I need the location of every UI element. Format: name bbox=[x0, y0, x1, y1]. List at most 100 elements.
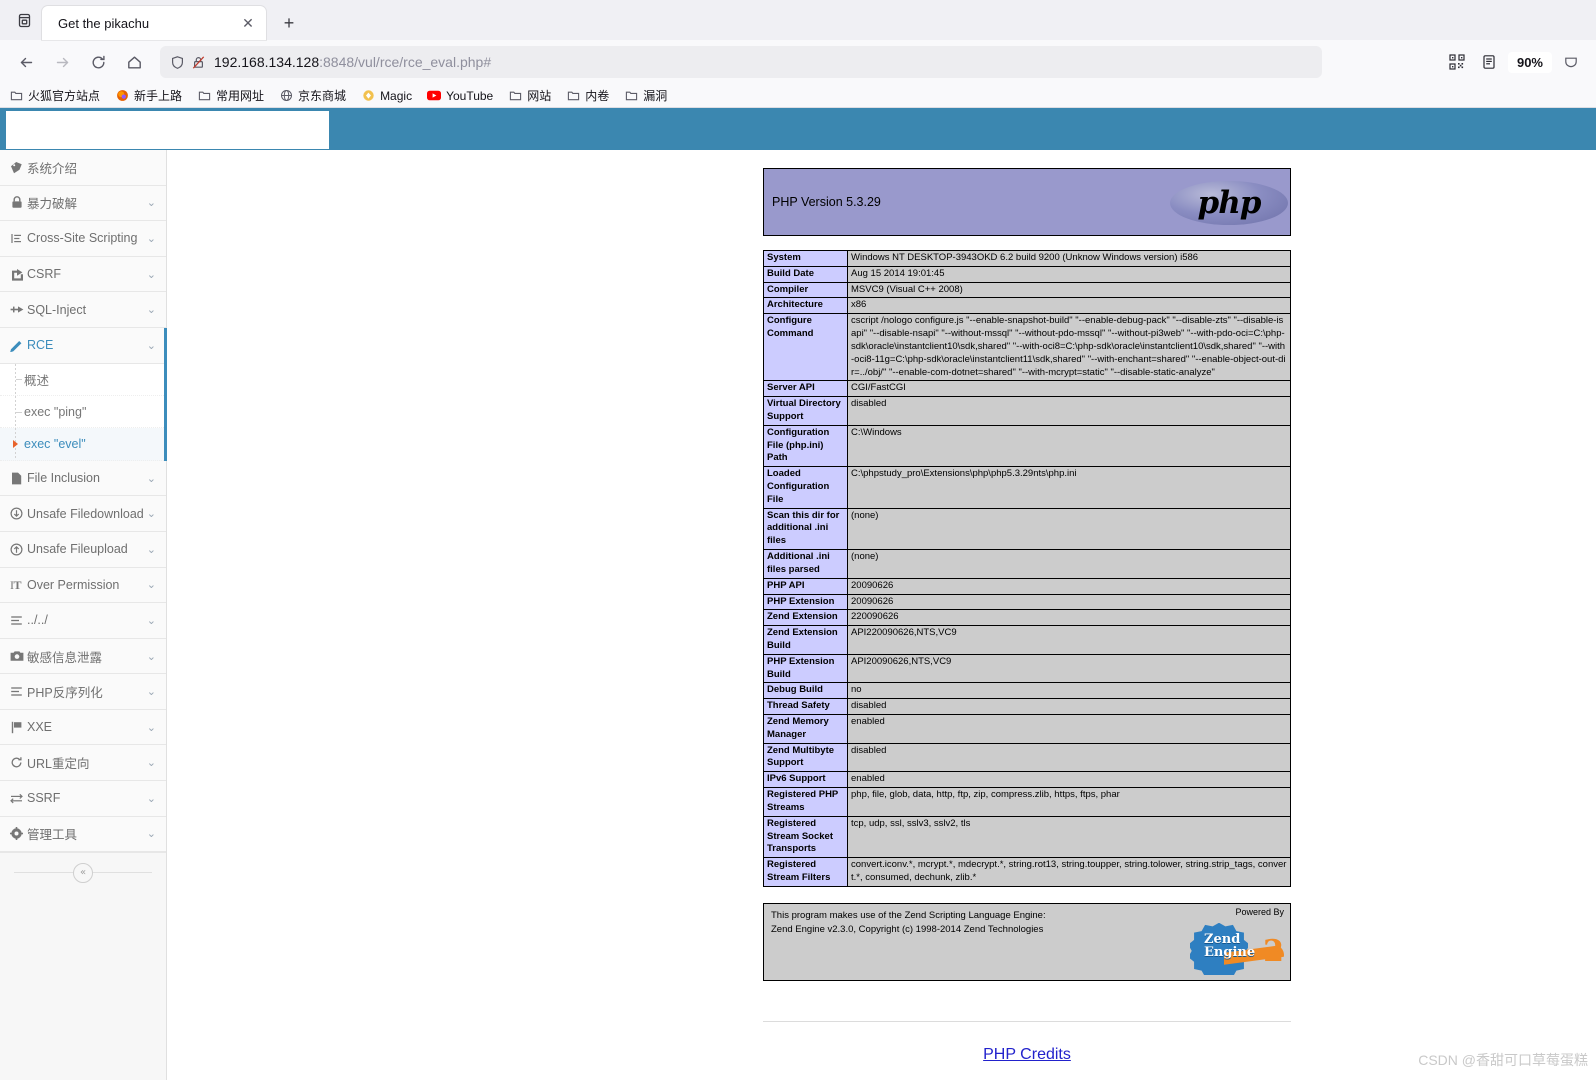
url-bar[interactable]: 192.168.134.128:8848/vul/rce/rce_eval.ph… bbox=[160, 46, 1322, 78]
chevron-down-icon[interactable]: ⌄ bbox=[147, 721, 156, 734]
bookmark-item[interactable]: 漏洞 bbox=[623, 87, 667, 104]
php-credits-link[interactable]: PHP Credits bbox=[763, 1046, 1291, 1064]
sidebar-item-x5[interactable]: 敏感信息泄露 ⌄ bbox=[0, 638, 166, 675]
bookmark-item[interactable]: Magic bbox=[360, 88, 412, 104]
table-row: Compiler MSVC9 (Visual C++ 2008) bbox=[763, 281, 1291, 299]
phpinfo-key-cell: Zend Extension Build bbox=[763, 625, 848, 655]
sidebar-item-cross-site-scripting[interactable]: Cross-Site Scripting ⌄ bbox=[0, 221, 166, 257]
sidebar-item-rce[interactable]: RCE ⌄ bbox=[0, 327, 167, 364]
reader-view-icon[interactable] bbox=[1474, 47, 1504, 77]
qr-code-icon[interactable] bbox=[1442, 47, 1472, 77]
bookmark-label: 火狐官方站点 bbox=[28, 89, 101, 103]
table-row: Zend Extension 220090626 bbox=[763, 609, 1291, 627]
sidebar-item-label: 管理工具 bbox=[27, 828, 78, 843]
chevron-down-icon[interactable]: ⌄ bbox=[147, 268, 156, 281]
tree-dash bbox=[16, 379, 22, 381]
sidebar-item-ssrf[interactable]: SSRF ⌄ bbox=[0, 781, 166, 817]
forward-icon[interactable] bbox=[46, 46, 78, 78]
chevron-down-icon[interactable]: ⌄ bbox=[147, 303, 156, 316]
phpinfo-key-cell: Thread Safety bbox=[763, 698, 848, 715]
sidebar-item-php[interactable]: PHP反序列化 ⌄ bbox=[0, 674, 166, 710]
close-icon[interactable]: ✕ bbox=[238, 13, 258, 33]
firefox-view-icon[interactable] bbox=[6, 3, 42, 37]
page-content: 系统介绍 暴力破解 ⌄ Cross-Site Scripting ⌄ CSRF ⌄ SQL-I… bbox=[0, 108, 1596, 1080]
url-host: 192.168.134.128 bbox=[214, 54, 320, 70]
phpinfo-value-cell: API20090626,NTS,VC9 bbox=[847, 653, 1291, 684]
refresh-icon bbox=[9, 756, 24, 769]
php-version-text: PHP Version 5.3.29 bbox=[772, 195, 881, 209]
reload-icon[interactable] bbox=[82, 46, 114, 78]
chevron-down-icon[interactable]: ⌄ bbox=[147, 578, 156, 591]
phpinfo-key-cell: Configure Command bbox=[763, 313, 848, 382]
sidebar-item-x10[interactable]: 管理工具 ⌄ bbox=[0, 816, 166, 853]
chevron-down-icon[interactable]: ⌄ bbox=[147, 792, 156, 805]
sidebar-item-label: 敏感信息泄露 bbox=[27, 650, 103, 665]
chevron-down-icon[interactable]: ⌄ bbox=[147, 827, 156, 840]
sidebar-item-over-permission[interactable]: I T Over Permission ⌄ bbox=[0, 567, 166, 604]
bookmark-item[interactable]: 新手上路 bbox=[114, 87, 182, 104]
sidebar-subitem-1[interactable]: 概述 bbox=[0, 363, 166, 396]
lock-slash-icon bbox=[191, 55, 206, 70]
navigation-toolbar: 192.168.134.128:8848/vul/rce/rce_eval.ph… bbox=[0, 40, 1596, 84]
phpinfo-value-cell: php, file, glob, data, http, ftp, zip, c… bbox=[847, 787, 1291, 817]
sidebar-item-url[interactable]: URL重定向 ⌄ bbox=[0, 745, 166, 782]
chevron-down-icon[interactable]: ⌄ bbox=[147, 650, 156, 663]
bookmark-label: 漏洞 bbox=[643, 89, 668, 103]
sidebar-item-unsafe-filedownload[interactable]: Unsafe Filedownload ⌄ bbox=[0, 496, 166, 532]
bookmark-item[interactable]: 火狐官方站点 bbox=[8, 87, 100, 104]
bookmark-label: Magic bbox=[380, 88, 413, 103]
bookmark-item[interactable]: 常用网址 bbox=[196, 87, 264, 104]
table-row: Additional .ini files parsed (none) bbox=[763, 549, 1291, 579]
chevron-down-icon[interactable]: ⌄ bbox=[147, 339, 156, 352]
new-tab-button[interactable]: + bbox=[274, 8, 304, 38]
sidebar-item-label: 暴力破解 bbox=[27, 197, 78, 212]
phpinfo-key-cell: PHP Extension Build bbox=[763, 653, 848, 684]
firefox-icon bbox=[114, 88, 130, 104]
bookmark-item[interactable]: 网站 bbox=[507, 87, 551, 104]
chevron-down-icon[interactable]: ⌄ bbox=[147, 196, 156, 209]
sidebar-item-label: Cross-Site Scripting bbox=[27, 231, 138, 246]
browser-tab[interactable]: Get the pikachu ✕ bbox=[42, 6, 266, 40]
chevron-down-icon[interactable]: ⌄ bbox=[147, 232, 156, 245]
bookmark-label: 网站 bbox=[527, 89, 552, 103]
pocket-icon[interactable] bbox=[1556, 47, 1586, 77]
phpinfo-value-cell: CGI/FastCGI bbox=[847, 380, 1291, 398]
sidebar-item-unsafe-fileupload[interactable]: Unsafe Fileupload ⌄ bbox=[0, 531, 166, 568]
phpinfo-key-cell: Registered Stream Socket Transports bbox=[763, 815, 848, 859]
sidebar-item-[interactable]: 系统介绍 bbox=[0, 150, 166, 186]
phpinfo-key-cell: Zend Multibyte Support bbox=[763, 742, 848, 773]
chevron-down-icon[interactable]: ⌄ bbox=[147, 472, 156, 485]
sidebar-item-csrf[interactable]: CSRF ⌄ bbox=[0, 256, 166, 293]
phpinfo-value-cell: x86 bbox=[847, 297, 1291, 315]
zoom-level-button[interactable]: 90% bbox=[1507, 51, 1552, 73]
phpinfo-value-cell: C:\Windows bbox=[847, 424, 1291, 468]
sidebar-item-file-inclusion[interactable]: File Inclusion ⌄ bbox=[0, 460, 166, 497]
flag-icon bbox=[9, 721, 24, 734]
chevron-down-icon[interactable]: ⌄ bbox=[147, 543, 156, 556]
sidebar-item-sql-inject[interactable]: SQL-Inject ⌄ bbox=[0, 292, 166, 328]
shield-icon bbox=[170, 55, 185, 70]
url-text: 192.168.134.128:8848/vul/rce/rce_eval.ph… bbox=[214, 54, 491, 70]
phpinfo-value-cell: enabled bbox=[847, 771, 1291, 789]
chevron-down-icon[interactable]: ⌄ bbox=[147, 685, 156, 698]
phpinfo-value-cell: no bbox=[847, 682, 1291, 700]
tag-icon bbox=[9, 161, 24, 174]
sidebar-subitem-3[interactable]: exec "evel" bbox=[0, 428, 166, 461]
bookmark-item[interactable]: 内卷 bbox=[565, 87, 609, 104]
youtube-icon bbox=[426, 88, 442, 104]
sidebar-item-[interactable]: 暴力破解 ⌄ bbox=[0, 185, 166, 222]
table-row: Loaded Configuration File C:\phpstudy_pro… bbox=[763, 466, 1291, 509]
home-icon[interactable] bbox=[118, 46, 150, 78]
chevron-down-icon[interactable]: ⌄ bbox=[147, 614, 156, 627]
chevron-down-icon[interactable]: ⌄ bbox=[147, 507, 156, 520]
sidebar-item-x4[interactable]: ../../ ⌄ bbox=[0, 603, 166, 639]
sidebar-subitem-2[interactable]: exec "ping" bbox=[0, 395, 166, 429]
phpinfo-value-cell: disabled bbox=[847, 742, 1291, 773]
sidebar-collapse-button[interactable]: « bbox=[73, 862, 93, 883]
back-icon[interactable] bbox=[10, 46, 42, 78]
sidebar-item-label: ../../ bbox=[27, 613, 48, 628]
bookmark-item[interactable]: 京东商城 bbox=[278, 87, 346, 104]
bookmark-item[interactable]: YouTube bbox=[426, 88, 493, 104]
sidebar-item-xxe[interactable]: XXE ⌄ bbox=[0, 709, 166, 746]
chevron-down-icon[interactable]: ⌄ bbox=[147, 756, 156, 769]
